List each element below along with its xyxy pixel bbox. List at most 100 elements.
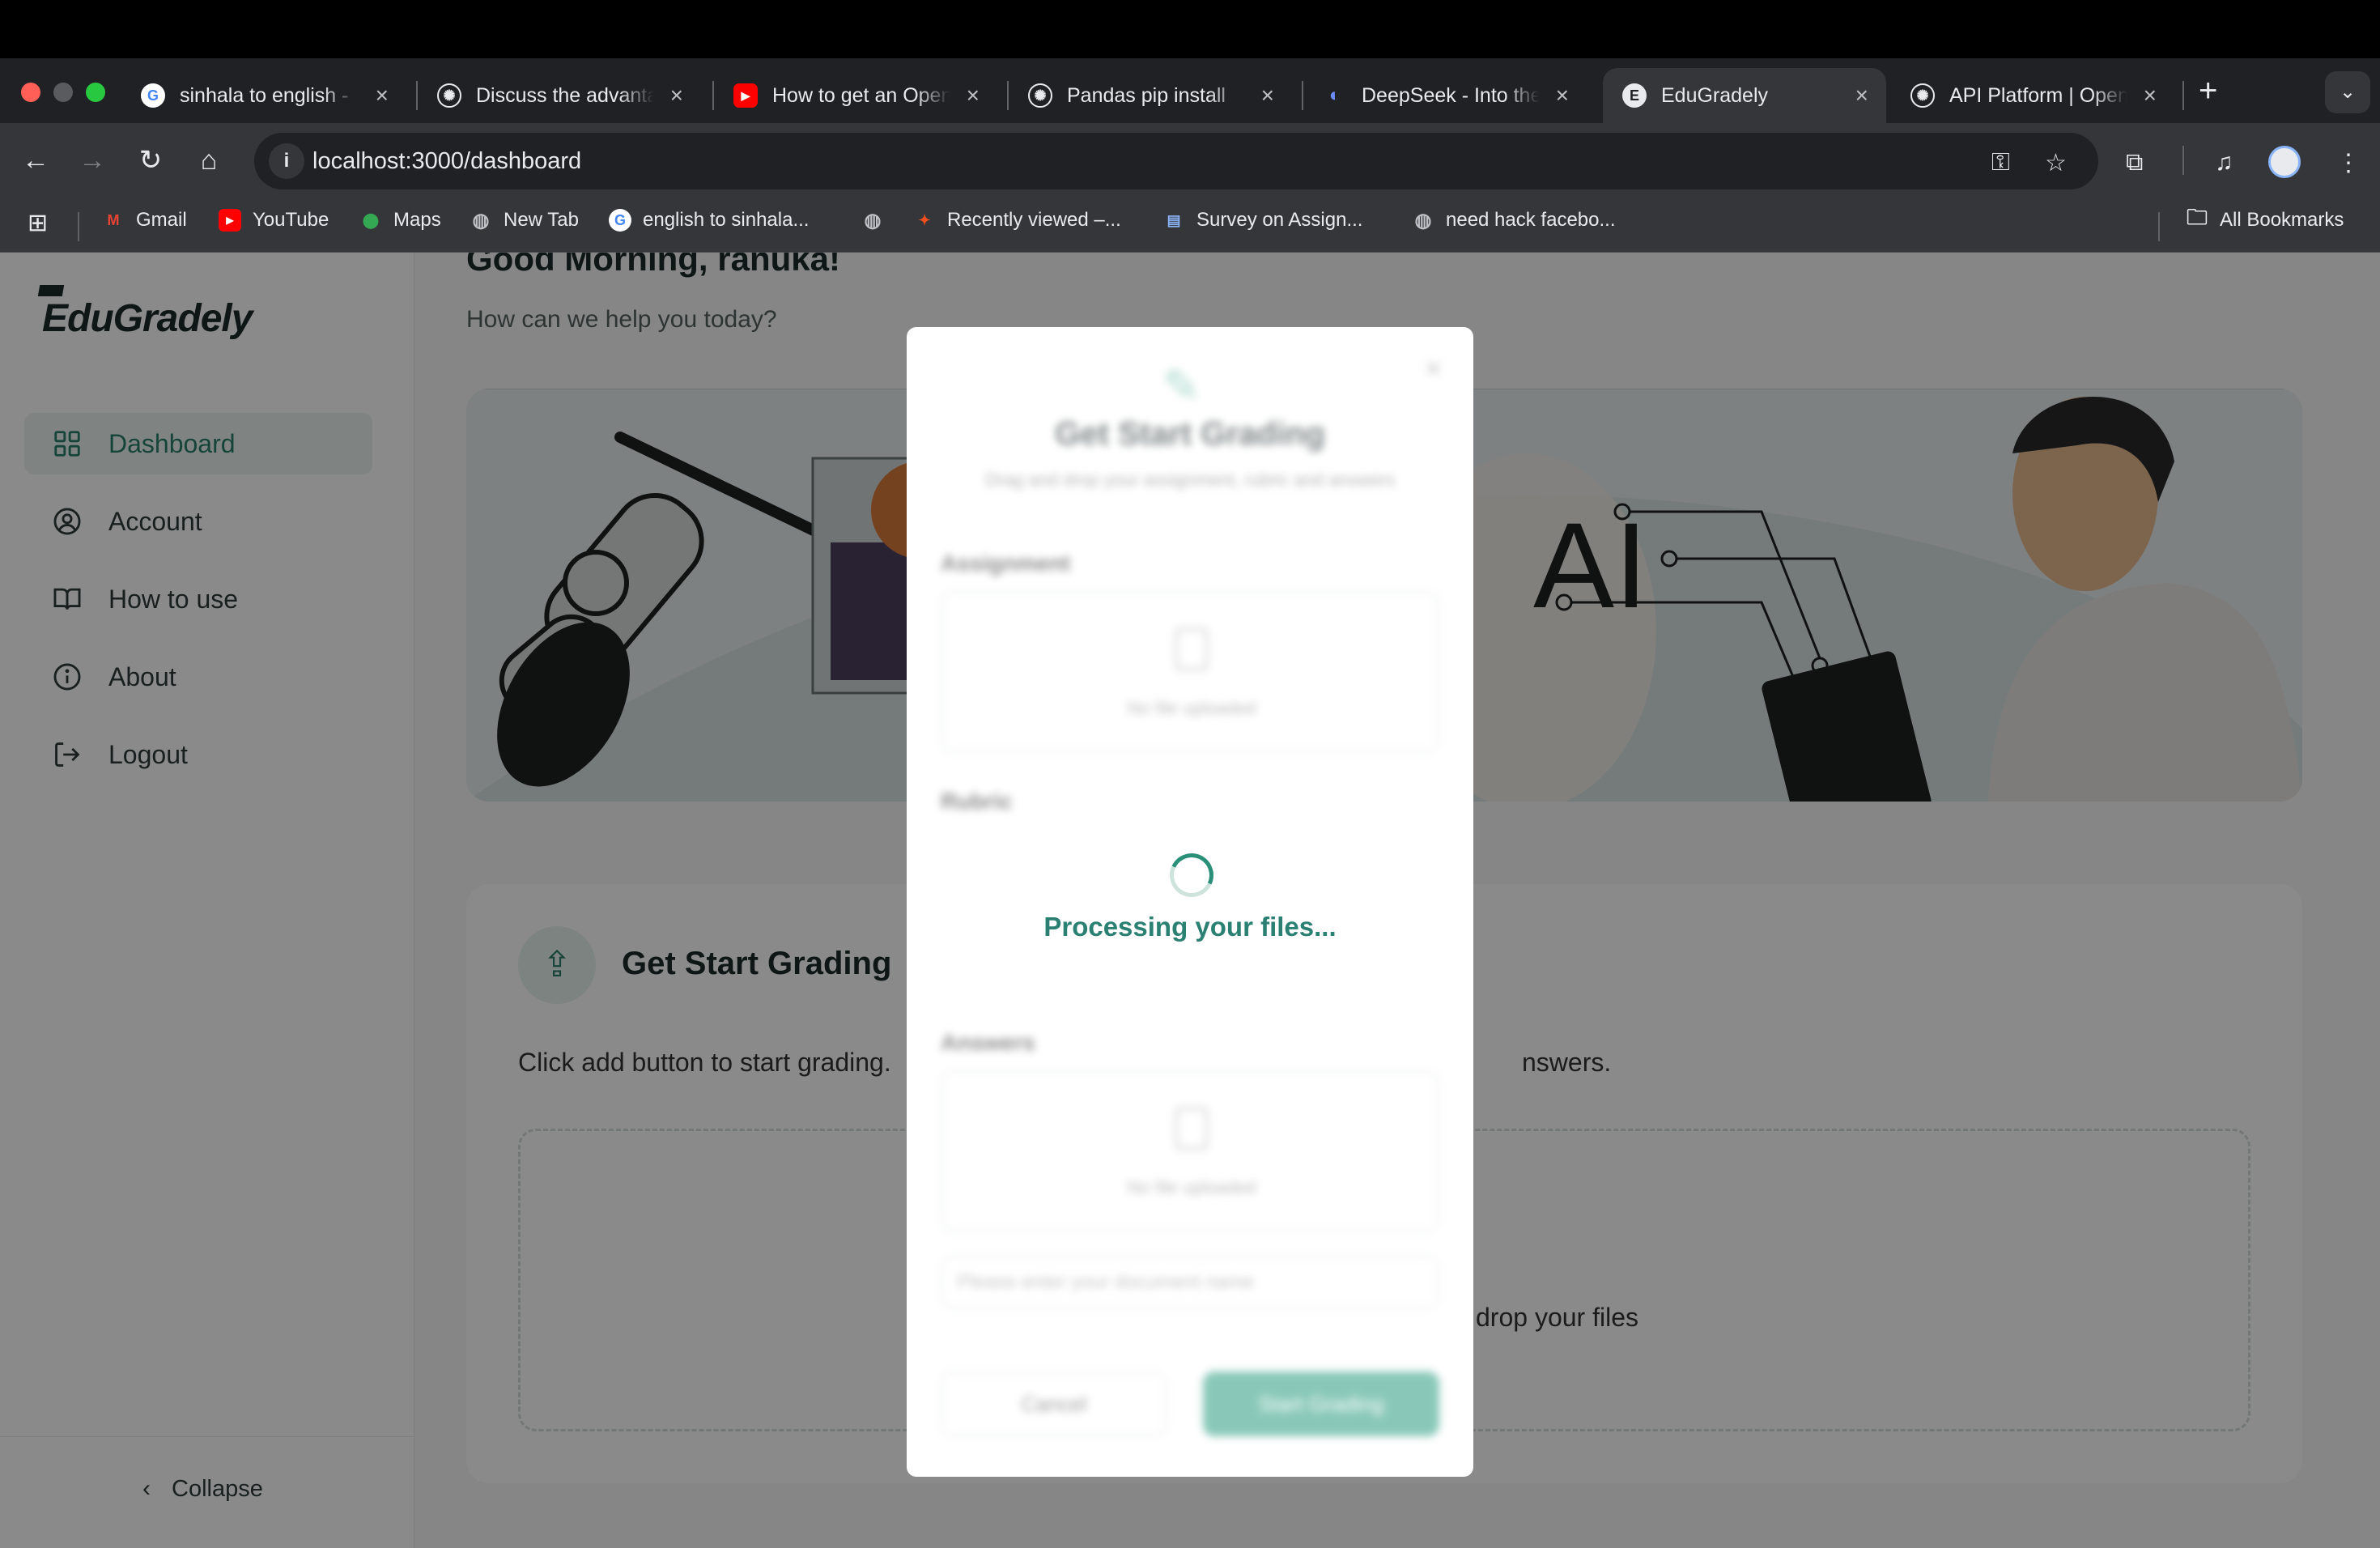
bookmark-label: Survey on Assign... <box>1196 209 1363 231</box>
bookmark-label: need hack facebo... <box>1446 209 1616 231</box>
bookmark-survey[interactable]: ▤ Survey on Assign... <box>1162 209 1362 232</box>
pen-icon: ✎ <box>1162 360 1201 411</box>
document-icon <box>1175 628 1208 670</box>
document-icon <box>1175 1108 1208 1150</box>
tab-sinhala-to-english[interactable]: G sinhala to english - × <box>121 68 406 123</box>
bookmarks-separator <box>2158 212 2160 241</box>
back-button[interactable]: ← <box>18 142 53 178</box>
maps-icon: ⬤ <box>362 211 380 228</box>
apps-grid-icon[interactable]: ⊞ <box>28 209 48 237</box>
toolbar-separator <box>2182 146 2184 175</box>
site-info-icon[interactable]: i <box>269 143 304 179</box>
youtube-icon: ▶ <box>219 209 241 232</box>
assignment-upload-box[interactable]: No file uploaded <box>941 591 1439 753</box>
assignment-label: Assignment <box>941 551 1071 576</box>
tab-separator <box>2182 81 2184 110</box>
rubric-label: Rubric <box>941 789 1013 814</box>
no-file-text: No file uploaded <box>1127 1177 1256 1197</box>
gmail-icon: M <box>107 211 120 228</box>
password-key-icon[interactable]: ⚿ <box>1991 149 2010 176</box>
bookmark-label: Gmail <box>136 209 187 231</box>
close-icon[interactable]: × <box>1855 83 1868 108</box>
tab-title: Pandas pip install <box>1067 83 1226 107</box>
url-text[interactable]: localhost:3000/dashboard <box>312 133 581 189</box>
document-name-input[interactable]: Please enter your document name <box>941 1257 1439 1308</box>
address-bar[interactable]: i localhost:3000/dashboard <box>254 133 2098 189</box>
home-button[interactable]: ⌂ <box>191 142 227 178</box>
forward-button[interactable]: → <box>74 142 110 178</box>
youtube-icon: ▶ <box>733 83 758 108</box>
processing-indicator: Processing your files... <box>941 826 1439 988</box>
edugradely-icon: E <box>1622 83 1647 108</box>
processing-text: Processing your files... <box>1043 912 1337 942</box>
profile-avatar[interactable] <box>2268 146 2301 178</box>
answers-label: Answers <box>941 1030 1035 1055</box>
bookmark-label: english to sinhala... <box>643 209 810 231</box>
bookmark-label: YouTube <box>253 209 329 231</box>
bookmark-new-tab[interactable]: ◍ New Tab <box>470 209 579 232</box>
bookmark-need-hack[interactable]: ◍ need hack facebo... <box>1412 209 1616 232</box>
bookmark-english-to-sinhala[interactable]: G english to sinhala... <box>609 209 809 232</box>
bookmark-label: Recently viewed –... <box>947 209 1121 231</box>
close-window-button[interactable] <box>21 83 40 102</box>
tab-pandas[interactable]: ✺ Pandas pip install × <box>1009 68 1292 123</box>
bookmark-maps[interactable]: ⬤ Maps <box>359 209 441 232</box>
openai-icon: ✺ <box>1028 83 1052 108</box>
bookmark-youtube[interactable]: ▶ YouTube <box>219 209 329 232</box>
close-icon[interactable]: × <box>376 83 389 108</box>
bookmark-label: Maps <box>393 209 441 231</box>
maximize-window-button[interactable] <box>86 83 105 102</box>
close-icon[interactable]: × <box>2144 83 2157 108</box>
tab-discuss[interactable]: ✺ Discuss the advantages × <box>418 68 701 123</box>
openai-icon: ✺ <box>1910 83 1935 108</box>
tab-title: How to get an OpenAI <box>772 83 950 107</box>
reload-button[interactable]: ↻ <box>133 142 168 178</box>
media-control-icon[interactable]: ♫ <box>2215 149 2233 176</box>
close-icon[interactable]: × <box>1556 83 1569 108</box>
close-icon[interactable]: × <box>967 83 980 108</box>
folder-icon: 🗀 <box>2186 205 2208 229</box>
globe-icon: ◍ <box>864 209 882 232</box>
tab-api-platform[interactable]: ✺ API Platform | OpenAI × <box>1891 68 2174 123</box>
loading-spinner-icon <box>1163 847 1220 904</box>
minimize-window-button[interactable] <box>53 83 73 102</box>
forms-icon: ▤ <box>1167 211 1181 228</box>
grading-modal: × ✎ Get Start Grading Drag and drop your… <box>907 327 1473 1477</box>
tab-edugradely[interactable]: E EduGradely × <box>1603 68 1886 123</box>
cancel-button[interactable]: Cancel <box>941 1372 1167 1436</box>
modal-title: Get Start Grading <box>1055 416 1325 452</box>
extensions-icon[interactable]: ⧉ <box>2126 149 2143 176</box>
bookmark-star-icon[interactable]: ☆ <box>2045 149 2067 177</box>
tab-search-button[interactable]: ⌄ <box>2325 71 2370 113</box>
tab-title: API Platform | OpenAI <box>1949 83 2127 107</box>
tab-title: Discuss the advantages <box>476 83 654 107</box>
bookmark-label: New Tab <box>504 209 579 231</box>
no-file-text: No file uploaded <box>1127 698 1256 718</box>
tab-title: EduGradely <box>1661 83 1769 107</box>
close-icon[interactable]: × <box>670 83 683 108</box>
openai-icon: ✺ <box>437 83 461 108</box>
tab-title: DeepSeek - Into the <box>1362 83 1540 107</box>
bookmark-gmail[interactable]: M Gmail <box>102 209 187 232</box>
modal-subtitle: Drag and drop your assignment, rubric an… <box>984 470 1396 490</box>
globe-icon: ◍ <box>472 209 490 232</box>
all-bookmarks-button[interactable]: 🗀 All Bookmarks <box>2186 205 2344 232</box>
close-icon[interactable]: × <box>1261 83 1274 108</box>
figma-icon: ✦ <box>918 211 931 228</box>
tab-youtube[interactable]: ▶ How to get an OpenAI × <box>714 68 997 123</box>
globe-icon: ◍ <box>1414 209 1432 232</box>
answers-upload-box[interactable]: No file uploaded <box>941 1070 1439 1232</box>
bookmarks-separator <box>78 212 79 241</box>
all-bookmarks-label: All Bookmarks <box>2220 209 2344 231</box>
google-icon: G <box>141 83 165 108</box>
tab-title: sinhala to english - <box>180 83 349 107</box>
deepseek-icon: ◐ <box>1328 84 1341 106</box>
start-grading-button[interactable]: Start Grading <box>1203 1372 1439 1436</box>
google-icon: G <box>609 209 631 232</box>
modal-close-button[interactable]: × <box>1425 351 1442 385</box>
new-tab-button[interactable]: + <box>2199 74 2217 107</box>
bookmark-globe[interactable]: ◍ <box>861 209 895 232</box>
tab-deepseek[interactable]: ◐ DeepSeek - Into the × <box>1303 68 1587 123</box>
bookmark-recently-viewed[interactable]: ✦ Recently viewed –... <box>913 209 1121 232</box>
menu-kebab-icon[interactable]: ⋮ <box>2336 149 2361 177</box>
